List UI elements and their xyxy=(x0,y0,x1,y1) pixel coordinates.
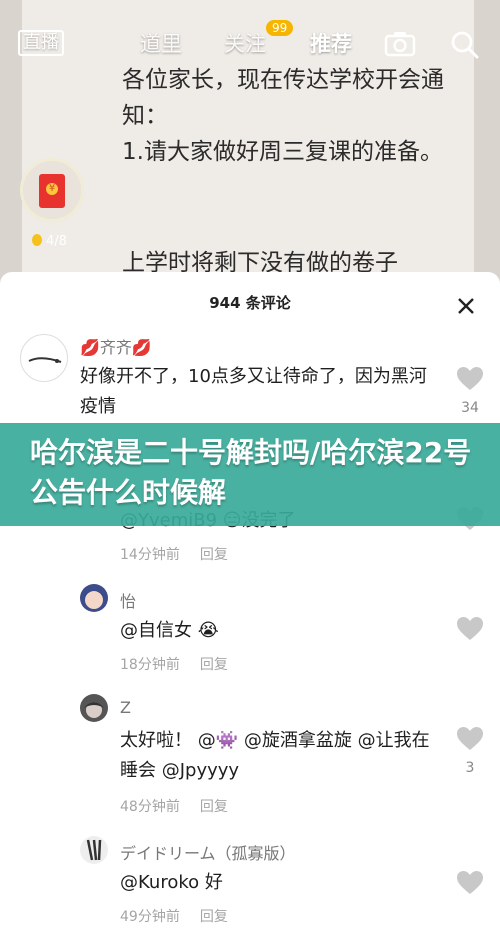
coin-count: 4/8 xyxy=(32,234,67,249)
notice-text: 各位家长，现在传达学校开会通知： 1.请大家做好周三复课的准备。 xyxy=(122,67,444,165)
tab-following[interactable]: 关注 xyxy=(224,28,266,58)
comment-text: 好像开不了，10点多又让待命了，因为黑河疫情 xyxy=(80,366,427,417)
heart-icon[interactable] xyxy=(456,726,484,752)
notification-badge: 99 xyxy=(266,20,294,36)
reply-button[interactable]: 回复 xyxy=(200,657,228,673)
coin-count-text: 4/8 xyxy=(46,234,67,249)
anime-avatar-icon xyxy=(86,839,102,861)
anime-avatar-icon xyxy=(84,702,104,718)
comment-meta: 49分钟前 回复 xyxy=(120,906,228,926)
headline-banner: 哈尔滨是二十号解封吗/哈尔滨22号公告什么时候解 xyxy=(0,423,500,526)
close-icon[interactable] xyxy=(456,296,476,316)
comment-meta: 14分钟前 回复 xyxy=(120,544,228,564)
headline-text: 哈尔滨是二十号解封吗/哈尔滨22号公告什么时候解 xyxy=(30,436,472,509)
heart-icon[interactable] xyxy=(456,366,484,392)
avatar[interactable] xyxy=(20,334,68,382)
comment-text: @Kuroko 好 xyxy=(120,872,223,893)
comment-username[interactable]: 怡 xyxy=(120,588,136,612)
like-count: 34 xyxy=(461,400,479,416)
comment-text: @自信女 😭 xyxy=(120,620,219,641)
tab-recommend[interactable]: 推荐 xyxy=(310,28,352,58)
reply-button[interactable]: 回复 xyxy=(200,799,228,815)
comment-username[interactable]: デイドリーム（孤寡版） xyxy=(120,840,296,864)
comment-text: 太好啦！ @👾 @旋酒拿盆旋 @让我在睡会 @Jpyyyy xyxy=(120,730,430,781)
coin-icon xyxy=(32,234,42,246)
like-count: 3 xyxy=(465,760,475,776)
camera-icon[interactable] xyxy=(384,30,416,58)
avatar[interactable] xyxy=(80,694,108,722)
comment-count-title: 944 条评论 xyxy=(209,294,291,312)
avatar[interactable] xyxy=(80,836,108,864)
top-nav-bar: 直播 道里 关注 99 推荐 xyxy=(0,20,500,66)
bird-icon xyxy=(28,357,62,363)
comment-time: 49分钟前 xyxy=(120,909,180,925)
reply-button[interactable]: 回复 xyxy=(200,909,228,925)
comment-time: 48分钟前 xyxy=(120,799,180,815)
heart-icon[interactable] xyxy=(456,616,484,642)
comment-panel: 944 条评论 💋齐齐💋 好像开不了，10点多又让待命了，因为黑河疫情 34 @… xyxy=(0,272,500,948)
comment-meta: 18分钟前 回复 xyxy=(120,654,228,674)
search-icon[interactable] xyxy=(450,30,480,60)
heart-icon[interactable] xyxy=(456,870,484,896)
comment-username[interactable]: Z xyxy=(120,698,131,717)
video-background[interactable]: 各位家长，现在传达学校开会通知： 1.请大家做好周三复课的准备。 上学时将剩下没… xyxy=(0,0,500,290)
reply-button[interactable]: 回复 xyxy=(200,547,228,563)
comment-meta: 48分钟前 回复 xyxy=(120,796,228,816)
avatar[interactable] xyxy=(80,584,108,612)
comment-username[interactable]: 💋齐齐💋 xyxy=(80,334,152,358)
red-packet-button[interactable] xyxy=(20,158,84,222)
comment-time: 18分钟前 xyxy=(120,657,180,673)
comment-time: 14分钟前 xyxy=(120,547,180,563)
tab-local[interactable]: 道里 xyxy=(140,28,182,58)
live-button[interactable]: 直播 xyxy=(18,30,64,56)
anime-avatar-icon xyxy=(83,591,105,609)
red-packet-icon xyxy=(39,174,65,208)
